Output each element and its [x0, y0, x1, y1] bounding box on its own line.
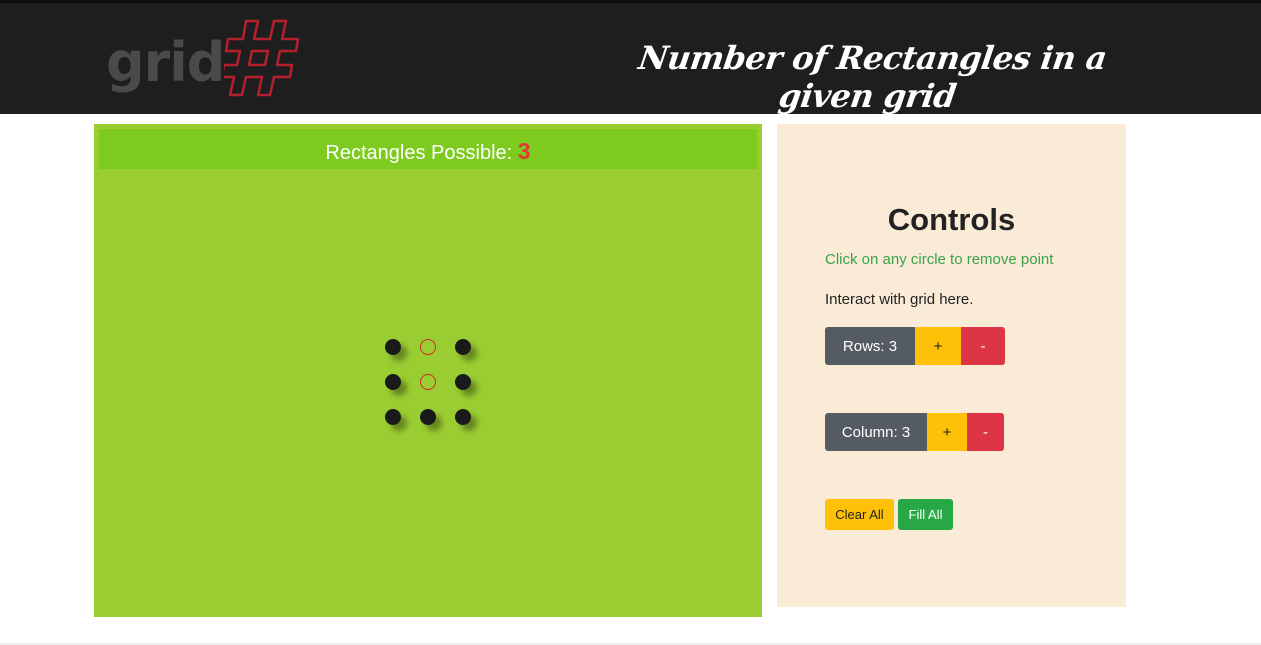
header: grid Number of Rectangles in a given gri… [0, 3, 1261, 115]
grid-point[interactable] [420, 374, 436, 390]
point-grid [94, 124, 762, 617]
columns-minus-button[interactable]: - [967, 413, 1004, 451]
grid-point[interactable] [455, 339, 471, 355]
grid-point[interactable] [385, 409, 401, 425]
rows-control: Rows: 3 + - [825, 327, 1005, 365]
controls-panel: Controls Click on any circle to remove p… [777, 124, 1126, 607]
columns-plus-button[interactable]: + [927, 413, 967, 451]
interact-text: Interact with grid here. [825, 291, 974, 308]
rows-plus-button[interactable]: + [915, 327, 961, 365]
rows-minus-button[interactable]: - [961, 327, 1005, 365]
clear-all-button[interactable]: Clear All [825, 499, 894, 530]
grid-panel: Rectangles Possible: 3 [94, 124, 762, 617]
grid-point[interactable] [385, 339, 401, 355]
grid-point[interactable] [455, 409, 471, 425]
hint-text: Click on any circle to remove point [825, 251, 1054, 268]
logo[interactable]: grid [104, 17, 304, 101]
grid-point[interactable] [420, 339, 436, 355]
grid-point[interactable] [420, 409, 436, 425]
rows-label: Rows: 3 [825, 327, 915, 365]
columns-control: Column: 3 + - [825, 413, 1004, 451]
hash-logo-icon [224, 19, 300, 97]
fill-all-button[interactable]: Fill All [898, 499, 953, 530]
controls-title: Controls [887, 202, 1016, 237]
page-title: Number of Rectangles in a given grid [636, 39, 1110, 115]
grid-point[interactable] [385, 374, 401, 390]
grid-point[interactable] [455, 374, 471, 390]
logo-text: grid [106, 31, 225, 94]
columns-label: Column: 3 [825, 413, 927, 451]
